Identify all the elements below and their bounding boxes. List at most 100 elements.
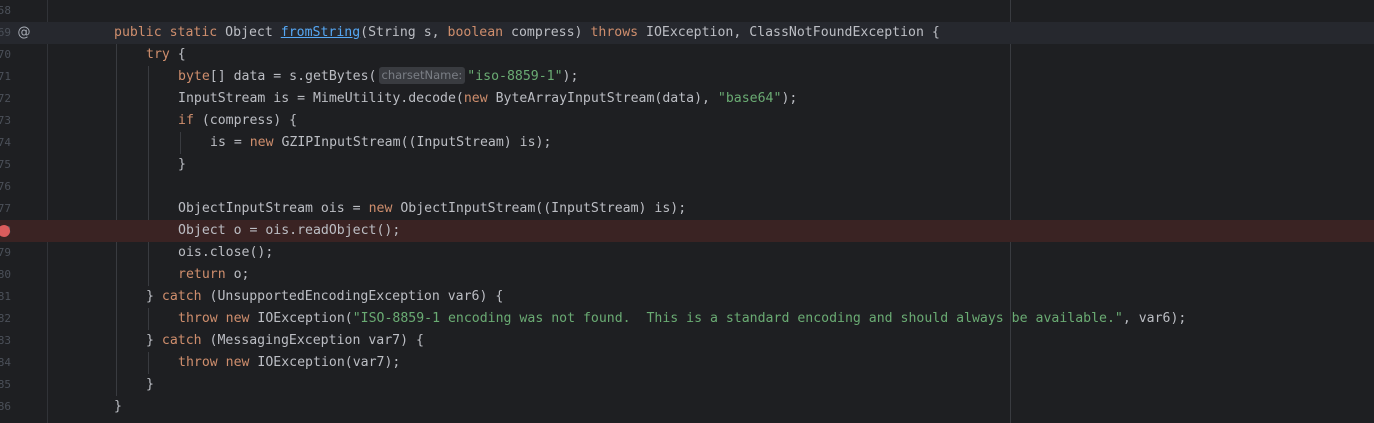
- code-token: );: [781, 91, 798, 106]
- code-text: InputStream is = MimeUtility.decode(new …: [178, 88, 797, 110]
- keyword-token: byte: [178, 69, 210, 84]
- code-text: byte[] data = s.getBytes(charsetName: "is…: [178, 66, 578, 88]
- line-number: 86: [0, 400, 11, 413]
- keyword-token: return: [178, 267, 226, 282]
- keyword-token: throw: [178, 355, 218, 370]
- code-text: if (compress) {: [178, 110, 297, 132]
- code-text: ObjectInputStream ois = new ObjectInputS…: [178, 198, 686, 220]
- code-token: IOException(var7);: [249, 355, 401, 370]
- code-line[interactable]: 83} catch (MessagingException var7) {: [0, 330, 1374, 352]
- code-line[interactable]: 69 @ public static Object fromString(Strin…: [0, 22, 1374, 44]
- keyword-token: catch: [161, 333, 202, 348]
- line-number: 84: [0, 356, 11, 369]
- keyword-token: new: [368, 201, 393, 216]
- code-line[interactable]: 85}: [0, 374, 1374, 396]
- code-line[interactable]: 76: [0, 176, 1374, 198]
- keyword-token: try: [146, 47, 170, 62]
- line-number: 76: [0, 180, 11, 193]
- override-at-icon[interactable]: @: [17, 22, 31, 44]
- code-text: public static Object fromString(String s…: [114, 22, 940, 44]
- line-number: 75: [0, 158, 11, 171]
- keyword-token: new: [225, 311, 250, 326]
- code-text: } catch (UnsupportedEncodingException va…: [146, 286, 503, 308]
- keyword-token: new: [249, 135, 274, 150]
- keyword-token: new: [225, 355, 250, 370]
- code-token: (UnsupportedEncodingException var6) {: [201, 289, 504, 304]
- code-token: ObjectInputStream ois =: [178, 201, 369, 216]
- keyword-token: static: [169, 25, 218, 40]
- code-token: }: [114, 399, 122, 414]
- code-line[interactable]: 75}: [0, 154, 1374, 176]
- keyword-token: public: [114, 25, 162, 40]
- line-number: 70: [0, 48, 11, 61]
- line-number: 72: [0, 92, 11, 105]
- line-number: 80: [0, 268, 11, 281]
- line-number: 77: [0, 202, 11, 215]
- code-text: Object o = ois.readObject();: [178, 220, 400, 242]
- code-token: ObjectInputStream((InputStream) is);: [392, 201, 687, 216]
- code-line[interactable]: 82 throw new IOException("ISO-8859-1 enco…: [0, 308, 1374, 330]
- line-number: 71: [0, 70, 11, 83]
- code-line[interactable]: 80 return o;: [0, 264, 1374, 286]
- line-number: 58: [0, 4, 11, 17]
- code-token: compress): [503, 25, 591, 40]
- line-number: 85: [0, 378, 11, 391]
- keyword-token: catch: [161, 289, 202, 304]
- code-token: o;: [225, 267, 250, 282]
- code-token: {: [169, 47, 186, 62]
- keyword-token: new: [463, 91, 488, 106]
- code-token: IOException(: [249, 311, 353, 326]
- code-token: is =: [210, 135, 250, 150]
- code-line[interactable]: 74 is = new GZIPInputStream((InputStream)…: [0, 132, 1374, 154]
- code-text: return o;: [178, 264, 249, 286]
- code-line[interactable]: 58: [0, 0, 1374, 22]
- code-text: throw new IOException(var7);: [178, 352, 400, 374]
- code-text: }: [146, 374, 154, 396]
- code-line[interactable]: 81} catch (UnsupportedEncodingException …: [0, 286, 1374, 308]
- code-text: }: [114, 396, 122, 418]
- code-token: }: [146, 333, 162, 348]
- code-line[interactable]: 71 byte[] data = s.getBytes(charsetName: "…: [0, 66, 1374, 88]
- code-text: is = new GZIPInputStream((InputStream) i…: [210, 132, 551, 154]
- code-text: }: [178, 154, 186, 176]
- line-number: 79: [0, 246, 11, 259]
- method-name-token: fromString: [280, 25, 361, 40]
- code-line[interactable]: 77 ObjectInputStream ois = new ObjectInpu…: [0, 198, 1374, 220]
- code-text: throw new IOException("ISO-8859-1 encodi…: [178, 308, 1186, 330]
- code-token: InputStream is = MimeUtility.decode(: [178, 91, 464, 106]
- code-token: Object o = ois.readObject();: [178, 223, 401, 238]
- code-line[interactable]: 84 throw new IOException(var7);: [0, 352, 1374, 374]
- code-token: (MessagingException var7) {: [201, 333, 424, 348]
- code-line[interactable]: 78Object o = ois.readObject();: [0, 220, 1374, 242]
- code-token: IOException, ClassNotFoundException {: [638, 25, 940, 40]
- code-line[interactable]: 79 ois.close();: [0, 242, 1374, 264]
- code-token: , var6);: [1122, 311, 1187, 326]
- code-line[interactable]: 73 if (compress) {: [0, 110, 1374, 132]
- code-token: (compress) {: [193, 113, 298, 128]
- keyword-token: throw: [178, 311, 218, 326]
- line-number: 81: [0, 290, 11, 303]
- keyword-token: if: [178, 113, 194, 128]
- line-number: 83: [0, 334, 11, 347]
- code-token: [] data = s.getBytes(: [209, 69, 377, 84]
- string-literal-token: "ISO-8859-1 encoding was not found. This…: [352, 311, 1123, 326]
- code-token: ByteArrayInputStream(data),: [487, 91, 718, 106]
- keyword-token: throws: [590, 25, 639, 40]
- line-number: 73: [0, 114, 11, 127]
- string-literal-token: "iso-8859-1": [467, 69, 563, 84]
- code-line[interactable]: 70 try {: [0, 44, 1374, 66]
- code-text: } catch (MessagingException var7) {: [146, 330, 424, 352]
- code-token: ois.close();: [178, 245, 274, 260]
- line-number: 69: [0, 26, 11, 39]
- code-token: );: [562, 69, 579, 84]
- code-text: ois.close();: [178, 242, 273, 264]
- code-editor[interactable]: 58 69 @ public static Object fromString(Str…: [0, 0, 1374, 423]
- keyword-token: boolean: [447, 25, 504, 40]
- code-token: }: [146, 289, 162, 304]
- code-line[interactable]: 86}: [0, 396, 1374, 418]
- code-line[interactable]: 72 InputStream is = MimeUtility.decode(ne…: [0, 88, 1374, 110]
- code-token: }: [146, 377, 154, 392]
